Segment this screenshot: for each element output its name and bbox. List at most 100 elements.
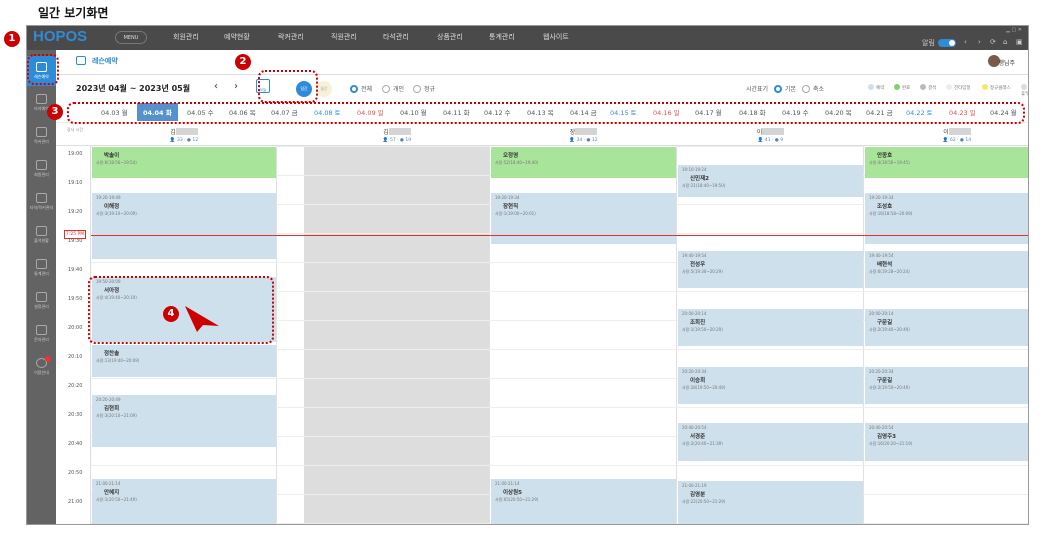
reservation-time: 19:10-19:24	[682, 167, 707, 172]
reservation-time: 21:00-21:14	[495, 481, 520, 486]
nav-bays[interactable]: 타석관리	[383, 32, 409, 42]
sidebar-item-baylocker[interactable]: 타석/락커관리	[27, 193, 56, 211]
sidebar-item-settings[interactable]: 설정관리	[27, 292, 56, 310]
reservation-block[interactable]: 정찬솔 사용:13(19:40~20:09)	[92, 344, 276, 377]
window-controls[interactable]: ▁ ▢ ✕	[1006, 27, 1022, 33]
next-arrow[interactable]: ›	[234, 81, 238, 92]
radio-all[interactable]: 전체	[350, 84, 372, 93]
reservation-block[interactable]: 19:40-19:54 전성우 사용:5(19:30~20:29)	[678, 250, 863, 288]
sidebar-item-label: 통계관리	[34, 271, 49, 276]
reservation-block[interactable]: 박솔이 사용:6(18:56~19:54)	[92, 146, 276, 178]
radio-label: 개인	[393, 86, 405, 93]
radio-basic[interactable]: 기본	[774, 84, 796, 93]
reservation-block[interactable]: 21:00-21:14 이상원5 사용:65(20:50~21:29)	[491, 478, 676, 524]
nav-stats[interactable]: 통계관리	[489, 32, 515, 42]
locker-icon	[36, 127, 47, 137]
sidebar-item-locker[interactable]: 락커관리	[27, 127, 56, 145]
member-name: 장현직	[503, 204, 519, 210]
instructor-header[interactable]: 김 👤 33 · ● 12	[91, 127, 277, 143]
nav-products[interactable]: 상품관리	[437, 32, 463, 42]
reservation-time: 20:20-20:34	[682, 369, 707, 374]
member-name: 서경준	[690, 434, 706, 440]
instructor-header[interactable]: 김 👤 57 · ● 19	[304, 127, 490, 143]
monthly-view-button[interactable]: 월간	[316, 81, 332, 97]
radio-label: 정규	[424, 86, 436, 93]
reservation-block[interactable]: 20:40-20:54 김영주3 사용:16(20:20~21:19)	[865, 422, 1028, 461]
alarm-toggle[interactable]	[938, 39, 956, 47]
reservation-note: 사용:3(19:10~20:09)	[96, 211, 137, 216]
member-name: 전성우	[690, 262, 706, 268]
sidebar-item-label: 회원관리	[34, 172, 49, 177]
user-name[interactable]: 행님주	[998, 58, 1015, 67]
reservation-note: 사용:1(20:50~21:49)	[96, 497, 137, 502]
nav-staff[interactable]: 직원관리	[331, 32, 357, 42]
reservation-time: 19:20-19:49	[96, 195, 121, 200]
reservation-note: 사용:2(19:50~20:49)	[869, 385, 910, 390]
reservation-block[interactable]: 20:40-20:54 서경준 사용:2(20:40~21:39)	[678, 422, 863, 461]
reservation-block[interactable]: 20:20-20:49 김현희 사용:3(20:10~21:09)	[92, 394, 276, 447]
sidebar-item-stats[interactable]: 통계관리	[27, 259, 56, 277]
reservation-time: 20:40-20:54	[682, 425, 707, 430]
back-icon[interactable]: ‹	[964, 38, 967, 46]
sidebar-item-attendance[interactable]: 출석현황	[27, 226, 56, 244]
reservation-block[interactable]: 19:20-19:34 장현직 사용:1(19:00~20:01)	[491, 192, 676, 244]
reservation-block[interactable]: 19:20-19:34 조성호 사용:16(18:58~20:09)	[865, 192, 1028, 244]
radio-label: 기본	[785, 86, 797, 93]
radio-private[interactable]: 개인	[382, 84, 404, 93]
hour-label: 20:10	[68, 354, 83, 360]
sidebar-item-label: 이용안내	[34, 370, 49, 375]
radio-dot	[802, 85, 810, 93]
radio-compact[interactable]: 축소	[802, 84, 824, 93]
hour-label: 20:20	[68, 383, 83, 389]
reservation-time: 19:40-19:54	[869, 253, 894, 258]
refresh-icon[interactable]: ⟳	[990, 38, 996, 46]
reservation-block[interactable]: 안종호 사용:4(18:56~19:45)	[865, 146, 1028, 178]
reservation-block[interactable]: 19:20-19:49 이해정 사용:3(19:10~20:09)	[92, 192, 276, 259]
nav-lockers[interactable]: 락커관리	[278, 32, 304, 42]
reservation-time: 20:20-20:34	[869, 369, 894, 374]
instructor-header[interactable]: 이 👤 41 · ● 9	[677, 127, 864, 143]
radio-regular[interactable]: 정규	[413, 84, 435, 93]
annotation-box-3	[67, 102, 1025, 124]
reservation-block[interactable]: 20:20-20:34 구문길 사용:2(19:50~20:49)	[865, 366, 1028, 404]
reservation-note: 사용:2(19:40~20:49)	[869, 327, 910, 332]
home-icon[interactable]: ⌂	[1003, 38, 1007, 46]
print-icon[interactable]: ▣	[1016, 38, 1023, 46]
reservation-block[interactable]: 20:00-20:14 조희진 사용:1(19:50~20:29)	[678, 308, 863, 346]
reservation-block[interactable]: 19:40-19:54 배현석 사용:6(19:28~20:24)	[865, 250, 1028, 288]
reservation-block[interactable]: 21:00-21:14 안혜지 사용:1(20:50~21:49)	[92, 478, 276, 524]
reservation-note: 사용:2(20:40~21:39)	[682, 441, 723, 446]
page-header: 레슨예약 행님주	[56, 50, 1028, 75]
reservation-block[interactable]: 오정영 사용:52(18:40~19:40)	[491, 146, 676, 178]
instructor-stats: 👤 33 · ● 12	[169, 138, 199, 143]
reservation-block[interactable]: 20:20-20:34 이승희 사용:28(19:50~20:49)	[678, 366, 863, 404]
reservation-note: 사용:13(19:40~20:09)	[96, 358, 140, 363]
member-name: 박솔이	[104, 153, 120, 159]
sidebar-item-members[interactable]: 회원관리	[27, 160, 56, 178]
prev-arrow[interactable]: ‹	[214, 81, 218, 92]
hour-label: 19:20	[68, 209, 83, 215]
reservation-note: 사용:5(19:30~20:29)	[682, 269, 723, 274]
reservation-note: 사용:1(19:50~20:29)	[682, 327, 723, 332]
hour-label: 20:40	[68, 441, 83, 447]
menu-button[interactable]: MENU	[115, 31, 147, 44]
sidebar-item-guide[interactable]: 이용안내	[27, 356, 56, 376]
reservation-block[interactable]: 21:00-21:19 김영분 사용:22(20:50~21:29)	[678, 480, 863, 524]
nav-members[interactable]: 회원관리	[173, 32, 199, 42]
instructor-header[interactable]: 이 👤 62 · ● 14	[864, 127, 1028, 143]
sidebar-item-sms[interactable]: 문자관리	[27, 325, 56, 343]
reservation-block[interactable]: 20:00-20:14 구문길 사용:2(19:40~20:49)	[865, 308, 1028, 346]
reservation-note: 사용:22(20:50~21:29)	[682, 499, 726, 504]
badge-1: 1	[4, 31, 20, 47]
forward-icon[interactable]: ›	[978, 38, 981, 46]
instructor-header[interactable]: 장 👤 34 · ● 12	[490, 127, 677, 143]
member-name: 오정영	[503, 153, 519, 159]
member-name: 김현희	[104, 406, 120, 412]
nav-reservations[interactable]: 예약현황	[224, 32, 250, 42]
pointer-arrow-icon	[185, 306, 219, 332]
reservation-note: 사용:1(19:00~20:01)	[495, 211, 536, 216]
redacted-name	[575, 128, 598, 135]
bar-chart-icon	[36, 259, 47, 269]
nav-website[interactable]: 웹사이트	[543, 32, 569, 42]
reservation-block[interactable]: 19:10-19:24 신민재2 사용:21(18:40~19:50)	[678, 164, 863, 197]
